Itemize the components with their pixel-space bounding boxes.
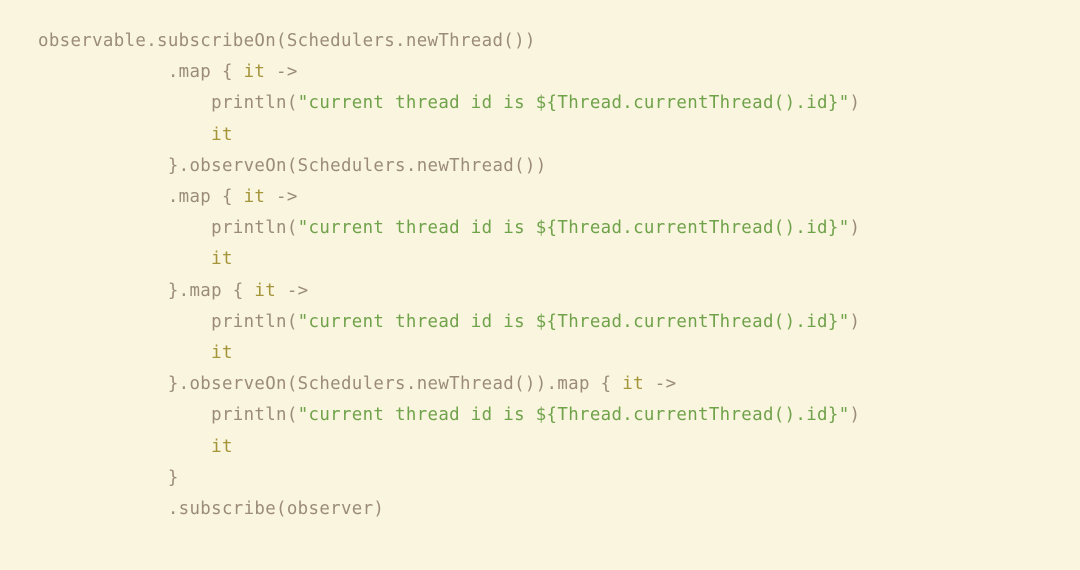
code-token: ) bbox=[850, 93, 861, 113]
code-token bbox=[38, 437, 211, 457]
code-token: "current thread id is ${Thread.currentTh… bbox=[298, 218, 850, 238]
code-token: println( bbox=[38, 218, 298, 238]
code-token: -> bbox=[265, 187, 297, 207]
code-token: it bbox=[244, 187, 266, 207]
code-token bbox=[38, 343, 211, 363]
code-token: .map { bbox=[38, 187, 244, 207]
code-token: println( bbox=[38, 93, 298, 113]
code-token: ) bbox=[850, 218, 861, 238]
code-token: it bbox=[211, 249, 233, 269]
code-token: it bbox=[622, 374, 644, 394]
code-token: -> bbox=[276, 281, 308, 301]
code-token: }.observeOn(Schedulers.newThread()) bbox=[38, 156, 547, 176]
code-token: it bbox=[244, 62, 266, 82]
code-token: println( bbox=[38, 405, 298, 425]
code-token: -> bbox=[265, 62, 297, 82]
code-token: it bbox=[254, 281, 276, 301]
code-token: ) bbox=[850, 312, 861, 332]
code-token: it bbox=[211, 125, 233, 145]
code-snippet: observable.subscribeOn(Schedulers.newThr… bbox=[38, 26, 1080, 525]
code-token: }.map { bbox=[38, 281, 254, 301]
code-token: ) bbox=[850, 405, 861, 425]
code-token: } bbox=[38, 468, 179, 488]
code-token bbox=[38, 125, 211, 145]
code-token: .subscribe(observer) bbox=[38, 499, 384, 519]
code-token: it bbox=[211, 343, 233, 363]
code-token: .map { bbox=[38, 62, 244, 82]
code-token: "current thread id is ${Thread.currentTh… bbox=[298, 312, 850, 332]
code-token: observable.subscribeOn(Schedulers.newThr… bbox=[38, 31, 536, 51]
code-token bbox=[38, 249, 211, 269]
code-token: it bbox=[211, 437, 233, 457]
code-token: "current thread id is ${Thread.currentTh… bbox=[298, 405, 850, 425]
code-token: "current thread id is ${Thread.currentTh… bbox=[298, 93, 850, 113]
code-token: println( bbox=[38, 312, 298, 332]
code-token: -> bbox=[644, 374, 676, 394]
code-token: }.observeOn(Schedulers.newThread()).map … bbox=[38, 374, 622, 394]
